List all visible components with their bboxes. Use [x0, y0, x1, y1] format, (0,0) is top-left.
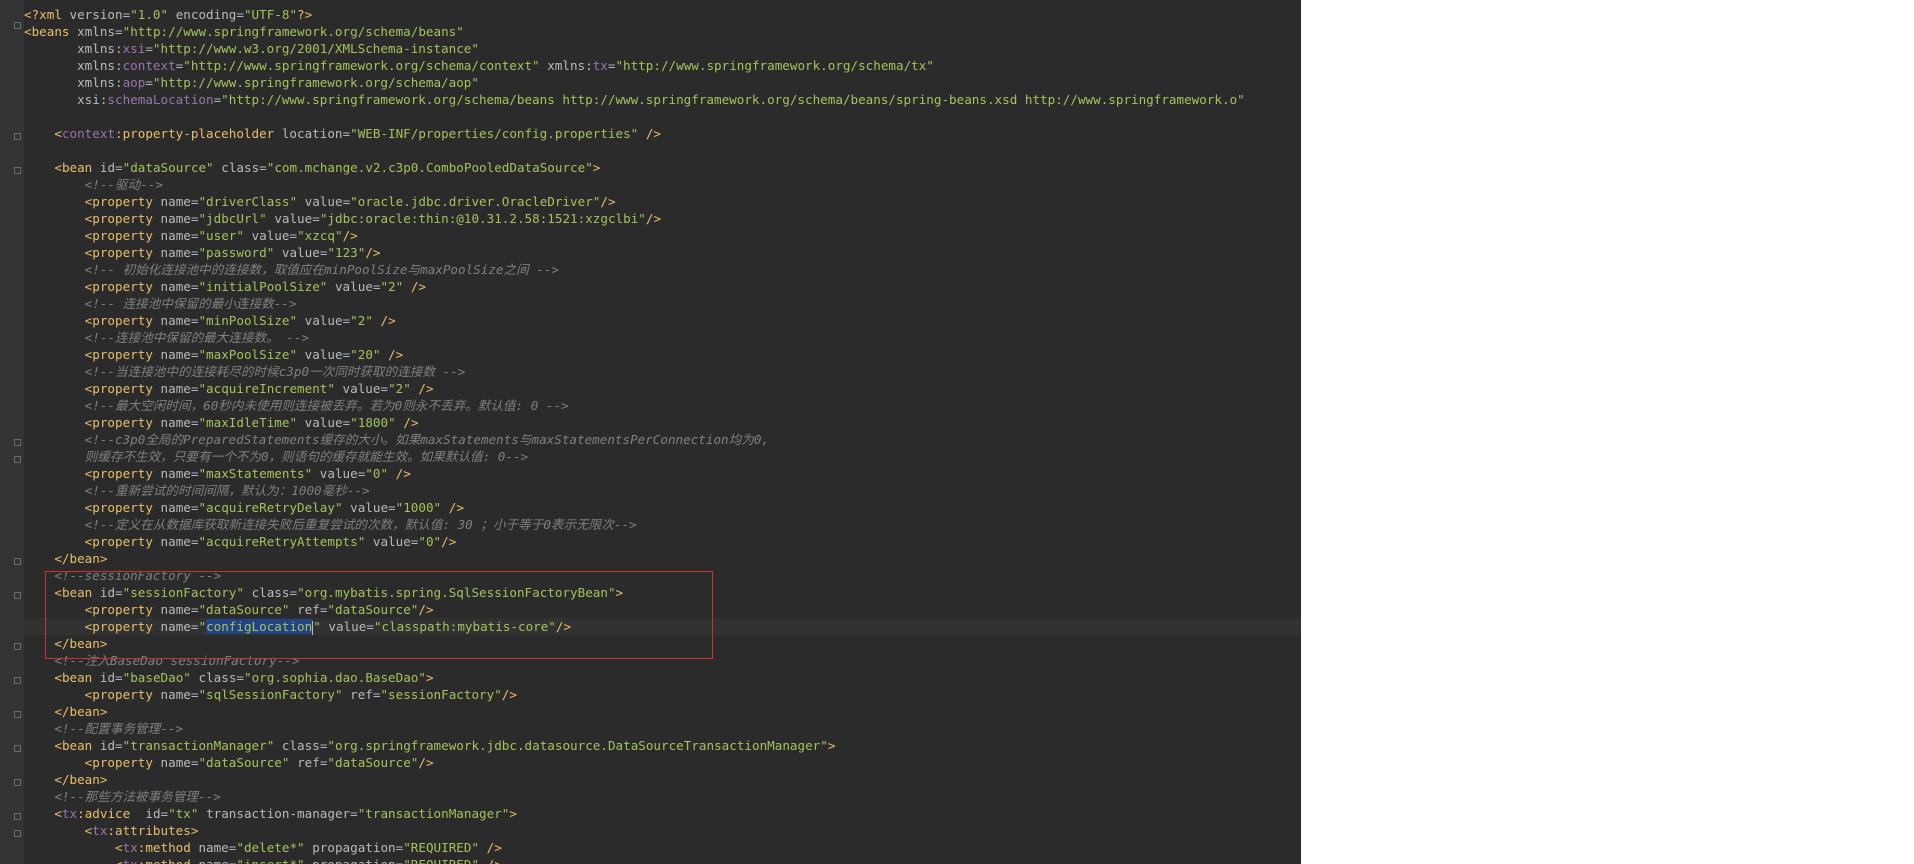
code-line[interactable]: ​ [24, 108, 1301, 125]
fold-marker-icon[interactable] [14, 711, 21, 718]
code-line[interactable]: <!--重新尝试的时间间隔，默认为：1000毫秒--> [24, 482, 1301, 499]
code-line[interactable]: xsi:schemaLocation="http://www.springfra… [24, 91, 1301, 108]
fold-marker-icon[interactable] [14, 643, 21, 650]
fold-marker-icon[interactable] [14, 813, 21, 820]
code-line[interactable]: <property name="acquireRetryDelay" value… [24, 499, 1301, 516]
code-line[interactable]: <!--当连接池中的连接耗尽的时候c3p0一次同时获取的连接数 --> [24, 363, 1301, 380]
fold-marker-icon[interactable] [14, 779, 21, 786]
code-line[interactable]: <tx:method name="insert*" propagation="R… [24, 856, 1301, 864]
code-line[interactable]: <property name="configLocation" value="c… [24, 618, 1301, 635]
code-line[interactable]: <property name="maxStatements" value="0"… [24, 465, 1301, 482]
code-line[interactable]: <tx:method name="delete*" propagation="R… [24, 839, 1301, 856]
code-line[interactable]: <!--c3p0全局的PreparedStatements缓存的大小。如果max… [24, 431, 1301, 448]
code-line[interactable]: </bean> [24, 550, 1301, 567]
code-lines[interactable]: <?xml version="1.0" encoding="UTF-8"?> <b… [24, 6, 1301, 864]
code-line[interactable]: <!--注入BaseDao sessionFactory--> [24, 652, 1301, 669]
fold-marker-icon[interactable] [14, 830, 21, 837]
code-line[interactable]: </bean> [24, 703, 1301, 720]
fold-marker-icon[interactable] [14, 133, 21, 140]
fold-marker-icon[interactable] [14, 456, 21, 463]
code-line[interactable]: xmlns:xsi="http://www.w3.org/2001/XMLSch… [24, 40, 1301, 57]
editor-gutter [0, 0, 24, 864]
code-line[interactable]: <!--定义在从数据库获取新连接失败后重复尝试的次数，默认值: 30 ；小于等于… [24, 516, 1301, 533]
code-editor[interactable]: <?xml version="1.0" encoding="UTF-8"?> <b… [0, 0, 1301, 864]
code-line[interactable]: <!--最大空闲时间，60秒内未使用则连接被丢弃。若为0则永不丢弃。默认值: 0… [24, 397, 1301, 414]
fold-marker-icon[interactable] [14, 167, 21, 174]
code-line[interactable]: <property name="user" value="xzcq"/> [24, 227, 1301, 244]
code-line[interactable]: <bean id="dataSource" class="com.mchange… [24, 159, 1301, 176]
fold-marker-icon[interactable] [14, 558, 21, 565]
code-line[interactable]: <beans xmlns="http://www.springframework… [24, 23, 1301, 40]
code-line[interactable]: <!-- 连接池中保留的最小连接数--> [24, 295, 1301, 312]
code-line[interactable]: <property name="acquireRetryAttempts" va… [24, 533, 1301, 550]
code-line[interactable]: <property name="jdbcUrl" value="jdbc:ora… [24, 210, 1301, 227]
code-line[interactable]: <!--配置事务管理--> [24, 720, 1301, 737]
code-line[interactable]: <context:property-placeholder location="… [24, 125, 1301, 142]
fold-marker-icon[interactable] [14, 745, 21, 752]
code-line[interactable]: <!-- 初始化连接池中的连接数，取值应在minPoolSize与maxPool… [24, 261, 1301, 278]
code-line[interactable]: <property name="acquireIncrement" value=… [24, 380, 1301, 397]
code-line[interactable]: ​ [24, 142, 1301, 159]
fold-marker-icon[interactable] [14, 22, 21, 29]
code-line[interactable]: <property name="initialPoolSize" value="… [24, 278, 1301, 295]
code-line[interactable]: <property name="dataSource" ref="dataSou… [24, 754, 1301, 771]
code-line[interactable]: <bean id="baseDao" class="org.sophia.dao… [24, 669, 1301, 686]
code-line[interactable]: <?xml version="1.0" encoding="UTF-8"?> [24, 6, 1301, 23]
code-line[interactable]: <property name="maxIdleTime" value="1800… [24, 414, 1301, 431]
fold-marker-icon[interactable] [14, 592, 21, 599]
code-line[interactable]: <property name="minPoolSize" value="2" /… [24, 312, 1301, 329]
code-line[interactable]: xmlns:aop="http://www.springframework.or… [24, 74, 1301, 91]
code-line[interactable]: 则缓存不生效，只要有一个不为0，则语句的缓存就能生效。如果默认值: 0--> [24, 448, 1301, 465]
code-line[interactable]: </bean> [24, 635, 1301, 652]
code-line[interactable]: <property name="driverClass" value="orac… [24, 193, 1301, 210]
fold-marker-icon[interactable] [14, 439, 21, 446]
code-line[interactable]: <!--那些方法被事务管理--> [24, 788, 1301, 805]
code-line[interactable]: <property name="dataSource" ref="dataSou… [24, 601, 1301, 618]
code-line[interactable]: <property name="password" value="123"/> [24, 244, 1301, 261]
code-line[interactable]: <!--连接池中保留的最大连接数。 --> [24, 329, 1301, 346]
code-line[interactable]: <!--sessionFactory --> [24, 567, 1301, 584]
code-line[interactable]: <!--驱动--> [24, 176, 1301, 193]
code-line[interactable]: <tx:advice id="tx" transaction-manager="… [24, 805, 1301, 822]
fold-marker-icon[interactable] [14, 677, 21, 684]
code-line[interactable]: </bean> [24, 771, 1301, 788]
code-line[interactable]: <tx:attributes> [24, 822, 1301, 839]
code-line[interactable]: <bean id="transactionManager" class="org… [24, 737, 1301, 754]
code-line[interactable]: <bean id="sessionFactory" class="org.myb… [24, 584, 1301, 601]
code-line[interactable]: <property name="maxPoolSize" value="20" … [24, 346, 1301, 363]
code-line[interactable]: xmlns:context="http://www.springframewor… [24, 57, 1301, 74]
code-line[interactable]: <property name="sqlSessionFactory" ref="… [24, 686, 1301, 703]
